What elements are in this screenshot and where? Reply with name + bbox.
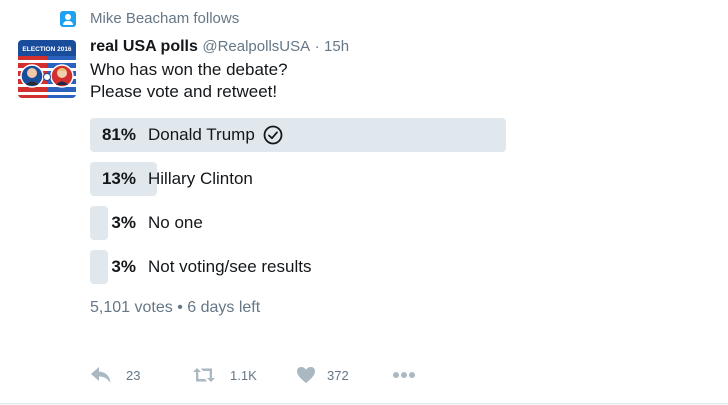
tweet-content: real USA polls @RealpollsUSA · 15h Who h… <box>90 36 708 317</box>
avatar-caption: ELECTION 2016 <box>22 46 72 53</box>
tweet-timestamp[interactable]: 15h <box>324 38 349 55</box>
reply-icon <box>90 366 112 384</box>
social-context-text: Mike Beacham follows <box>90 10 240 27</box>
check-circle-icon <box>263 125 283 145</box>
poll-time-left: 6 days left <box>187 299 261 316</box>
avatar[interactable]: ELECTION 2016 <box>18 40 76 98</box>
reply-button[interactable]: 23 <box>90 366 192 384</box>
follow-person-icon <box>60 10 76 27</box>
poll-meta-separator: • <box>177 299 183 316</box>
more-dots-icon <box>392 371 416 379</box>
poll-meta: 5,101 votes • 6 days left <box>90 299 603 317</box>
heart-icon <box>296 366 316 384</box>
poll-percent: 81% <box>101 125 136 144</box>
poll-choice: 3% Not voting/see results <box>90 250 603 284</box>
poll: 81% Donald Trump 13% Hillary Clinton 3% … <box>90 118 603 317</box>
author-handle[interactable]: @RealpollsUSA <box>202 38 310 55</box>
retweet-button[interactable]: 1.1K <box>192 366 296 384</box>
reply-count: 23 <box>126 367 141 383</box>
poll-choice-label: Not voting/see results <box>148 257 312 276</box>
poll-choice-label: Donald Trump <box>148 125 255 144</box>
election-2016-logo: ELECTION 2016 <box>18 40 76 98</box>
header-separator: · <box>314 38 320 55</box>
poll-percent: 3% <box>111 257 136 276</box>
tweet-text: Who has won the debate? Please vote and … <box>90 59 708 103</box>
poll-choice: 13% Hillary Clinton <box>90 162 603 196</box>
more-options-button[interactable] <box>392 371 416 379</box>
poll-choice: 3% No one <box>90 206 603 240</box>
tweet-card[interactable]: Mike Beacham follows ELECTION 2016 real … <box>0 0 728 404</box>
retweet-count: 1.1K <box>230 367 257 383</box>
tweet-text-line-2: Please vote and retweet! <box>90 82 278 101</box>
social-context: Mike Beacham follows <box>60 10 239 27</box>
poll-choice: 81% Donald Trump <box>90 118 603 152</box>
poll-percent: 3% <box>111 213 136 232</box>
like-button[interactable]: 372 <box>296 366 392 384</box>
poll-choice-label: Hillary Clinton <box>148 169 253 188</box>
poll-percent: 13% <box>101 169 136 188</box>
author-name[interactable]: real USA polls <box>90 38 198 55</box>
tweet-header: real USA polls @RealpollsUSA · 15h <box>90 36 708 58</box>
like-count: 372 <box>327 367 349 383</box>
tweet-text-line-1: Who has won the debate? <box>90 60 288 79</box>
poll-vote-count: 5,101 votes <box>90 299 173 316</box>
retweet-icon <box>192 366 216 384</box>
poll-choice-label: No one <box>148 213 203 232</box>
tweet-actions: 23 1.1K 372 <box>90 366 416 384</box>
